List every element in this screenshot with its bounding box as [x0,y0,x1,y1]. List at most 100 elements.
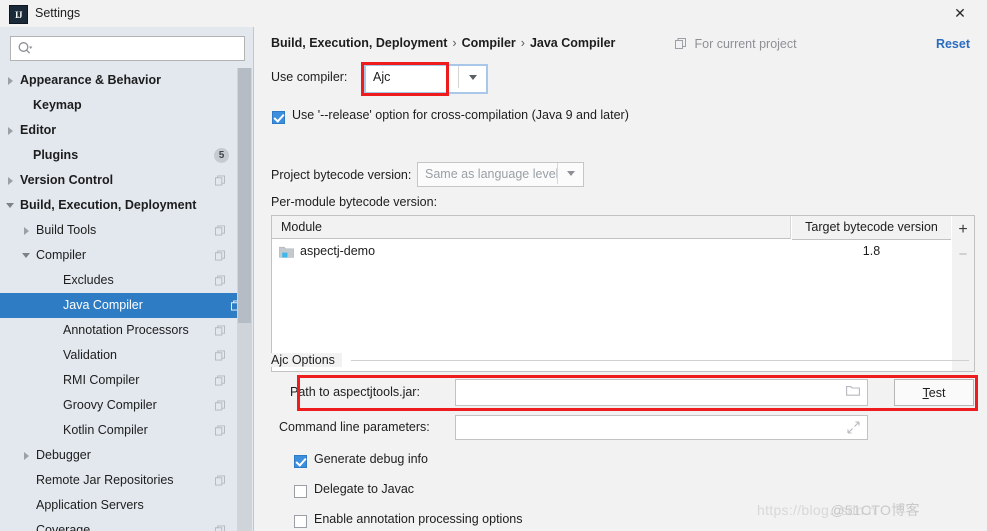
intellij-logo-icon: IJ [9,5,28,24]
folder-browse-icon[interactable] [846,384,860,397]
project-scope-icon [215,400,225,411]
sidebar-item-label: Groovy Compiler [63,398,157,412]
use-compiler-select[interactable]: Ajc [364,64,488,94]
sidebar-item-appearance-behavior[interactable]: Appearance & Behavior [0,68,237,93]
scope-indicator: For current project [675,37,797,51]
sidebar-item-build-tools[interactable]: Build Tools [0,218,237,243]
project-scope-icon [215,175,225,186]
table-actions: + − [952,215,975,372]
chevron-right-icon[interactable] [4,68,16,93]
release-option-checkbox[interactable] [272,111,285,124]
sidebar-item-keymap[interactable]: Keymap [0,93,237,118]
project-scope-icon [675,38,686,49]
scope-label: For current project [694,37,797,51]
sidebar-item-kotlin-compiler[interactable]: Kotlin Compiler [0,418,237,443]
sidebar-item-rmi-compiler[interactable]: RMI Compiler [0,368,237,393]
sidebar-scrollbar-thumb[interactable] [238,68,251,323]
column-header-target[interactable]: Target bytecode version [792,216,951,240]
cell-target-version: 1.8 [862,244,881,258]
sidebar-item-version-control[interactable]: Version Control [0,168,237,193]
chevron-down-icon[interactable] [458,66,486,88]
close-icon[interactable]: ✕ [950,4,970,22]
search-input[interactable] [39,39,241,59]
chevron-down-icon[interactable] [557,163,583,184]
generate-debug-info-label: Generate debug info [314,452,428,466]
enable-annotation-processing-checkbox[interactable] [294,515,307,528]
project-bytecode-select[interactable]: Same as language level [417,162,584,187]
add-module-button[interactable]: + [952,218,974,242]
delegate-to-javac-checkbox[interactable] [294,485,307,498]
chevron-right-icon[interactable] [20,218,32,243]
test-button-label: est [928,385,946,400]
breadcrumb-segment[interactable]: Compiler [462,36,516,50]
module-folder-icon [279,246,294,258]
project-scope-icon [215,325,225,336]
test-button[interactable]: Test [894,379,974,406]
sidebar-item-label: Excludes [63,273,114,287]
chevron-down-icon[interactable] [4,193,16,218]
chevron-down-icon[interactable] [20,243,32,268]
settings-tree: Appearance & Behavior Keymap Editor Plugins… [0,68,237,531]
project-scope-icon [215,525,225,531]
remove-module-button[interactable]: − [952,242,974,266]
sidebar-item-label: Kotlin Compiler [63,423,148,437]
sidebar-item-label: Appearance & Behavior [20,73,162,87]
aspectjtools-path-input[interactable] [455,379,868,406]
project-scope-icon [215,275,225,286]
sidebar-item-label: Version Control [20,173,114,187]
sidebar-item-label: RMI Compiler [63,373,140,387]
sidebar-item-plugins[interactable]: Plugins 5 [0,143,237,168]
release-option-label: Use '--release' option for cross-compila… [292,108,629,122]
ajc-options-title: Ajc Options [271,353,342,367]
chevron-right-icon[interactable] [4,118,16,143]
sidebar-item-label: Annotation Processors [63,323,189,337]
use-compiler-value: Ajc [373,70,391,84]
chevron-right-icon[interactable] [20,443,32,468]
sidebar-item-label: Build Tools [36,223,97,237]
sidebar-item-java-compiler[interactable]: Java Compiler [0,293,237,318]
sidebar-item-validation[interactable]: Validation [0,343,237,368]
sidebar-item-label: Keymap [33,98,82,112]
sidebar-item-groovy-compiler[interactable]: Groovy Compiler [0,393,237,418]
enable-annotation-processing-label: Enable annotation processing options [314,512,523,526]
sidebar-item-application-servers[interactable]: Application Servers [0,493,237,518]
project-scope-icon [215,425,225,436]
sidebar-item-label: Validation [63,348,117,362]
window-title: Settings [35,6,81,20]
search-field[interactable] [10,36,245,61]
sidebar-item-label: Build, Execution, Deployment [20,198,197,212]
cmdline-label: Command line parameters: [279,420,430,434]
project-scope-icon [215,225,225,236]
command-line-parameters-input[interactable] [455,415,868,440]
sidebar-item-editor[interactable]: Editor [0,118,237,143]
reset-link[interactable]: Reset [936,37,970,51]
breadcrumb-separator: › [452,36,457,50]
sidebar-item-label: Editor [20,123,57,137]
project-scope-icon [215,250,225,261]
delegate-to-javac-label: Delegate to Javac [314,482,415,496]
sidebar-item-label: Plugins [33,148,79,162]
sidebar-item-label: Coverage [36,523,91,531]
generate-debug-info-checkbox[interactable] [294,455,307,468]
breadcrumb: Build, Execution, Deployment › Compiler › Ja… [271,36,615,50]
sidebar-item-compiler[interactable]: Compiler [0,243,237,268]
chevron-right-icon[interactable] [4,168,16,193]
settings-content: Build, Execution, Deployment › Compiler › Ja… [254,27,987,531]
breadcrumb-segment[interactable]: Build, Execution, Deployment [271,36,447,50]
expand-arrows-icon[interactable] [847,421,860,434]
cell-module-name: aspectj-demo [300,244,376,258]
per-module-label: Per-module bytecode version: [271,195,438,209]
breadcrumb-segment[interactable]: Java Compiler [530,36,615,50]
project-scope-icon [215,350,225,361]
table-row[interactable]: aspectj-demo 1.8 [272,240,951,263]
sidebar-item-annotation-processors[interactable]: Annotation Processors [0,318,237,343]
sidebar-item-remote-jar-repositories[interactable]: Remote Jar Repositories [0,468,237,493]
sidebar-item-excludes[interactable]: Excludes [0,268,237,293]
sidebar-item-debugger[interactable]: Debugger [0,443,237,468]
sidebar-item-coverage[interactable]: Coverage [0,518,237,531]
sidebar-item-label: Application Servers [36,498,144,512]
project-scope-icon [215,375,225,386]
plugins-update-badge: 5 [214,148,229,163]
sidebar-item-build-execution-deployment[interactable]: Build, Execution, Deployment [0,193,237,218]
column-header-module[interactable]: Module [272,216,791,239]
